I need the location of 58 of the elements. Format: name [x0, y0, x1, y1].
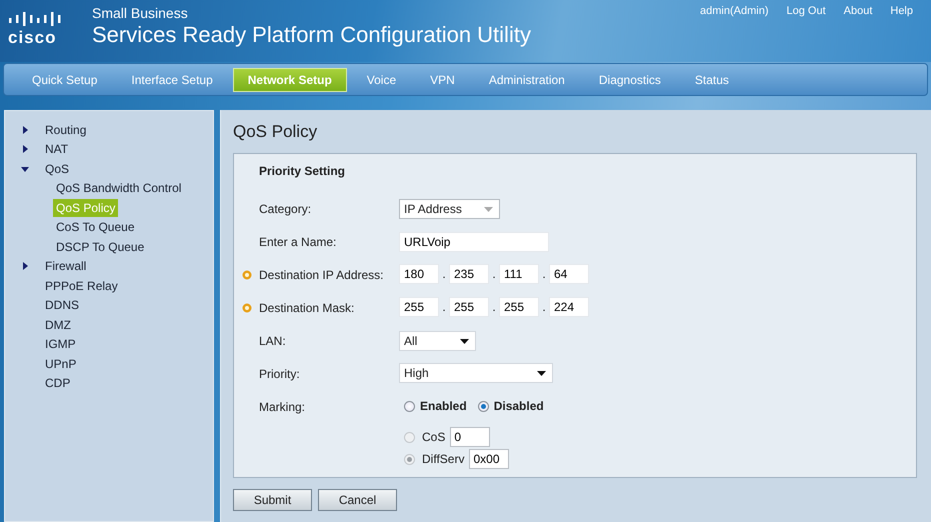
name-input[interactable]: URLVoip	[399, 232, 549, 252]
sidebar-item[interactable]: IGMP	[45, 337, 76, 352]
caret-down-icon	[484, 206, 493, 212]
section-heading: Priority Setting	[258, 164, 346, 178]
radio-option[interactable]: Enabled	[399, 399, 467, 413]
field-label: Priority:	[259, 367, 300, 381]
required-icon	[242, 303, 252, 313]
dropdown[interactable]: All	[399, 331, 476, 351]
product-subtitle: Small Business	[92, 5, 189, 21]
sidebar-item[interactable]: QoS	[45, 162, 70, 176]
octet-separator: .	[491, 267, 497, 281]
option-label: DiffServ	[422, 452, 464, 466]
header-link[interactable]: Help	[890, 5, 913, 17]
app-title: Services Ready Platform Configuration Utility	[92, 21, 531, 49]
octet-separator: .	[491, 300, 497, 314]
sidebar-item[interactable]: CDP	[45, 376, 70, 390]
octet-input[interactable]: 255	[399, 297, 439, 317]
sidebar-item[interactable]: DDNS	[45, 298, 80, 312]
brand-logo: cisco	[8, 29, 56, 46]
octet-input[interactable]: 235	[449, 264, 489, 284]
octet-input[interactable]: 111	[499, 264, 539, 284]
octet-separator: .	[541, 300, 547, 314]
octet-input[interactable]: 255	[499, 297, 539, 317]
octet-input[interactable]: 255	[449, 297, 489, 317]
sidebar-subitem[interactable]: DSCP To Queue	[53, 238, 148, 256]
form-button[interactable]: Submit	[233, 489, 312, 511]
octet-separator: .	[441, 300, 447, 314]
caret-down-icon[interactable]	[21, 164, 29, 173]
required-icon	[242, 270, 252, 280]
radio-option[interactable]: Disabled	[472, 399, 544, 413]
octet-input[interactable]: 64	[549, 264, 589, 284]
sidebar-item[interactable]: NAT	[45, 142, 68, 156]
sidebar-subitem[interactable]: QoS Bandwidth Control	[53, 179, 184, 198]
field-label: Marking:	[259, 400, 306, 414]
caret-down-icon	[537, 370, 546, 376]
octet-input[interactable]: 180	[399, 264, 439, 284]
form-button[interactable]: Cancel	[318, 489, 397, 511]
field-label: Enter a Name:	[259, 235, 336, 249]
sidebar-item[interactable]: PPPoE Relay	[45, 278, 118, 293]
octet-input[interactable]: 224	[549, 297, 589, 317]
field-label: Category:	[259, 202, 312, 216]
octet-separator: .	[541, 267, 547, 281]
sidebar-item[interactable]: UPnP	[45, 356, 76, 371]
option-label: CoS	[422, 430, 446, 444]
field-label: Destination Mask:	[259, 301, 354, 315]
field-label: LAN:	[259, 334, 286, 348]
sidebar-item[interactable]: Routing	[45, 122, 86, 137]
caret-right-icon[interactable]	[21, 126, 29, 134]
dropdown[interactable]: High	[399, 363, 553, 383]
sidebar-item[interactable]: DMZ	[45, 318, 71, 332]
sidebar-item[interactable]: Firewall	[45, 259, 86, 274]
sidebar-subitem[interactable]: CoS To Queue	[53, 218, 138, 236]
caret-right-icon[interactable]	[21, 262, 29, 270]
caret-down-icon	[460, 338, 469, 344]
field-label: Destination IP Address:	[259, 268, 384, 282]
caret-right-icon[interactable]	[21, 145, 29, 154]
page-title: QoS Policy	[233, 122, 318, 142]
octet-separator: .	[441, 267, 447, 281]
